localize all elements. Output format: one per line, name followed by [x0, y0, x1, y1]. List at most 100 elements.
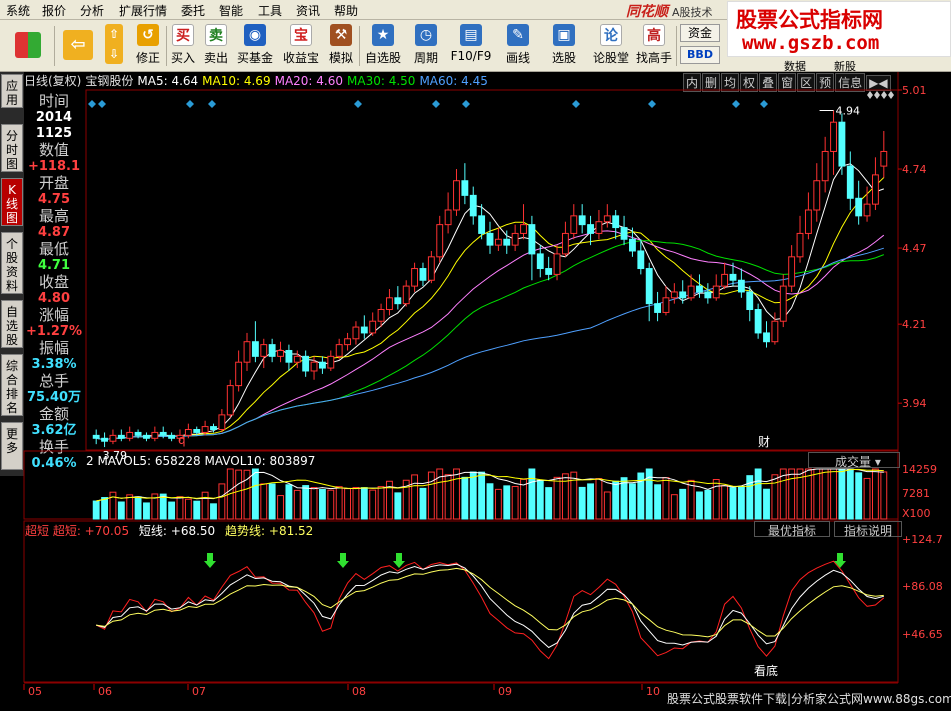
volume-bar — [218, 483, 226, 520]
event-diamond — [208, 100, 216, 108]
indicator-pane-frame — [23, 520, 899, 683]
volume-bar — [201, 491, 209, 520]
candle-body — [469, 194, 477, 217]
volume-bar — [469, 471, 477, 520]
volume-bar — [277, 495, 284, 520]
volume-bar — [528, 468, 536, 520]
event-diamond — [881, 91, 887, 99]
candle-body — [268, 344, 276, 357]
volume-bar — [494, 488, 502, 520]
candle-body — [369, 320, 377, 334]
candle-body — [721, 273, 729, 287]
volume-bar — [712, 479, 720, 520]
indicator-header: 超短 超短: +70.05 短线: +68.50 趋势线: +81.52 — [25, 522, 313, 539]
volume-bar — [285, 484, 293, 520]
candle-body — [662, 297, 670, 313]
marker-q: q — [178, 433, 186, 447]
candle-body — [101, 437, 109, 442]
candle-body — [226, 385, 234, 416]
candle-body — [494, 238, 502, 246]
volume-bar — [670, 494, 678, 520]
volume-bar — [344, 488, 351, 520]
candle-body — [804, 209, 812, 234]
ma10-line — [96, 177, 885, 441]
candle-body — [595, 221, 603, 234]
candle-body — [310, 361, 318, 372]
candle-body — [704, 291, 712, 299]
volume-bar — [335, 486, 343, 520]
volume-bar — [168, 501, 176, 520]
candle-body — [344, 338, 351, 346]
volume-bar — [612, 480, 620, 520]
volume-bar — [143, 502, 150, 520]
indicator-help-button[interactable]: 指标说明 — [834, 521, 902, 538]
volume-bar — [729, 487, 737, 520]
indicator-trend-line — [96, 567, 884, 638]
candle-body — [771, 320, 779, 343]
event-diamond — [432, 100, 440, 108]
volume-bar — [771, 474, 779, 520]
candle-body — [260, 344, 268, 357]
high-price-label: 4.94 — [836, 104, 861, 117]
volume-bar — [352, 486, 360, 520]
candle-body — [201, 426, 209, 433]
volume-bar — [184, 498, 192, 520]
volume-bar — [503, 485, 511, 520]
candle-body — [561, 232, 569, 255]
candle-body — [570, 215, 578, 234]
candle-body — [729, 273, 737, 281]
month-tick-label: 08 — [352, 685, 366, 698]
month-tick-label: 09 — [498, 685, 512, 698]
volume-bar — [763, 488, 770, 520]
ma5-line — [96, 163, 884, 441]
volume-bar — [570, 471, 578, 520]
indicator-short-value: 短线: +68.50 — [138, 524, 216, 538]
volume-bar — [419, 487, 427, 520]
price-pane-frame — [85, 89, 899, 451]
price-axis-label: 3.94 — [902, 397, 927, 410]
volume-indicator-dropdown[interactable]: 成交量 ▾ — [808, 452, 900, 469]
candle-body — [218, 414, 226, 431]
candle-body — [478, 215, 486, 234]
candle-body — [654, 303, 662, 313]
volume-bar — [310, 487, 318, 520]
candle-body — [184, 429, 192, 436]
volume-bar — [595, 478, 603, 520]
candle-body — [251, 341, 259, 357]
candle-body — [603, 215, 611, 223]
volume-bar — [369, 489, 377, 520]
volume-bar — [251, 468, 259, 520]
candle-body — [754, 309, 762, 334]
candle-body — [117, 434, 125, 439]
volume-bar — [176, 496, 184, 520]
volume-bar — [411, 474, 419, 520]
candle-body — [553, 253, 561, 275]
volume-bar — [478, 471, 486, 520]
best-indicator-button[interactable]: 最优指标 — [754, 521, 830, 538]
volume-bar — [545, 487, 553, 520]
volume-bar — [704, 489, 712, 520]
candle-body — [696, 285, 703, 293]
volume-bar — [268, 483, 276, 520]
candle-body — [143, 434, 150, 439]
indicator-axis-label: +124.7 — [902, 533, 943, 546]
candle-body — [871, 174, 879, 205]
kline-chart-area[interactable]: 5.014.744.474.213.944.943.79q 财142597281X… — [0, 0, 951, 711]
candle-body — [587, 224, 594, 234]
month-tick-label: 06 — [98, 685, 112, 698]
candle-body — [318, 361, 326, 369]
candle-body — [503, 238, 511, 246]
candle-body — [386, 297, 393, 311]
month-tick-label: 05 — [28, 685, 42, 698]
indicator-trend-value: 趋势线: +81.52 — [225, 524, 314, 538]
candle-body — [210, 426, 217, 431]
event-diamond — [88, 100, 96, 108]
volume-bar — [293, 489, 301, 520]
volume-bar — [830, 468, 837, 520]
indicator-bottom-label: 看底 — [754, 663, 778, 678]
volume-bar — [813, 468, 821, 520]
candle-body — [578, 215, 586, 226]
candle-body — [302, 355, 310, 372]
volume-axis-label: X100 — [902, 507, 931, 520]
volume-bar — [302, 485, 310, 520]
